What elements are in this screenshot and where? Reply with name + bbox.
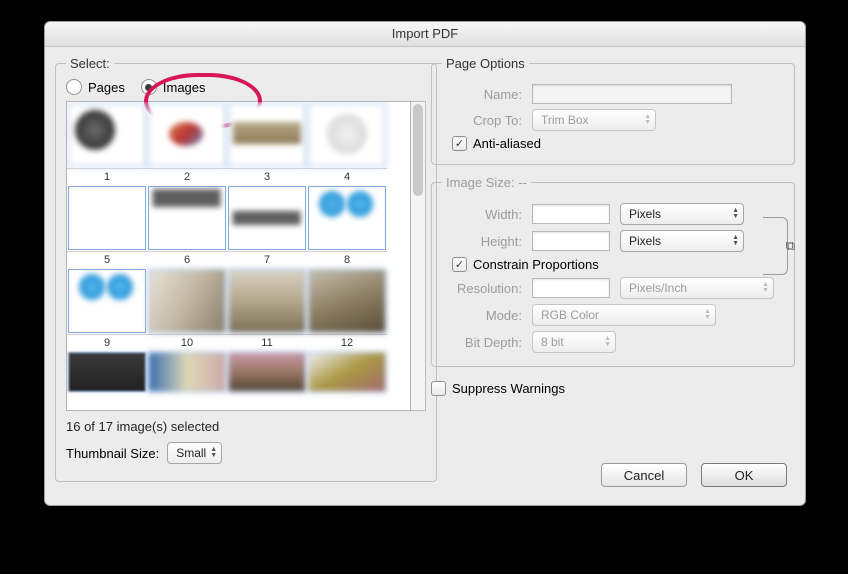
bitdepth-label: Bit Depth: (442, 335, 522, 350)
pages-radio-label: Pages (88, 80, 125, 95)
ok-button[interactable]: OK (701, 463, 787, 487)
thumb-caption: 12 (307, 334, 387, 351)
link-icon[interactable]: ⧉ (763, 217, 788, 275)
resolution-unit-select: Pixels/Inch ▲▼ (620, 277, 774, 299)
thumb-caption: 1 (67, 168, 147, 185)
thumb-caption: 6 (147, 251, 227, 268)
select-legend: Select: (66, 56, 114, 71)
select-group: Select: Pages Images 1 2 3 4 (55, 56, 437, 482)
mode-label: Mode: (442, 308, 522, 323)
image-size-legend: Image Size: -- (442, 175, 531, 190)
thumb-caption: 2 (147, 168, 227, 185)
height-unit-select[interactable]: Pixels ▲▼ (620, 230, 744, 252)
thumb-caption: 3 (227, 168, 307, 185)
thumb-caption: 8 (307, 251, 387, 268)
chevron-up-down-icon: ▲▼ (732, 208, 739, 220)
resolution-field[interactable] (532, 278, 610, 298)
thumb-caption: 7 (227, 251, 307, 268)
thumb-caption: 5 (67, 251, 147, 268)
crop-label: Crop To: (442, 113, 522, 128)
width-unit-select[interactable]: Pixels ▲▼ (620, 203, 744, 225)
thumb-caption: 4 (307, 168, 387, 185)
chevron-up-down-icon: ▲▼ (644, 114, 651, 126)
image-size-group: Image Size: -- Width: Pixels ▲▼ Height: (431, 175, 795, 367)
crop-select: Trim Box ▲▼ (532, 109, 656, 131)
suppress-checkbox[interactable]: ✓ (431, 381, 446, 396)
thumb-caption: 10 (147, 334, 227, 351)
grid-scrollbar[interactable] (411, 101, 426, 411)
page-options-legend: Page Options (442, 56, 529, 71)
thumbnail-size-select[interactable]: Small ▲▼ (167, 442, 222, 464)
page-options-group: Page Options Name: Crop To: Trim Box ▲▼ … (431, 56, 795, 165)
name-label: Name: (442, 87, 522, 102)
thumbnail-grid[interactable]: 1 2 3 4 5 6 7 8 9 10 11 (66, 101, 411, 411)
cancel-button[interactable]: Cancel (601, 463, 687, 487)
mode-select: RGB Color ▲▼ (532, 304, 716, 326)
import-pdf-dialog: Import PDF Select: Pages Images 1 2 3 (44, 21, 806, 506)
antialias-label: Anti-aliased (473, 136, 541, 151)
thumb-caption: 11 (227, 334, 307, 351)
images-radio[interactable] (141, 79, 157, 95)
selection-status: 16 of 17 image(s) selected (66, 419, 426, 434)
antialias-checkbox[interactable]: ✓ (452, 136, 467, 151)
chevron-up-down-icon: ▲▼ (762, 282, 769, 294)
suppress-label: Suppress Warnings (452, 381, 565, 396)
name-field (532, 84, 732, 104)
chevron-up-down-icon: ▲▼ (704, 309, 711, 321)
height-label: Height: (442, 234, 522, 249)
resolution-label: Resolution: (442, 281, 522, 296)
chevron-up-down-icon: ▲▼ (604, 336, 611, 348)
width-field[interactable] (532, 204, 610, 224)
height-field[interactable] (532, 231, 610, 251)
constrain-checkbox[interactable]: ✓ (452, 257, 467, 272)
thumbnail-size-label: Thumbnail Size: (66, 446, 159, 461)
pages-radio[interactable] (66, 79, 82, 95)
constrain-label: Constrain Proportions (473, 257, 599, 272)
window-title: Import PDF (45, 22, 805, 47)
images-radio-label: Images (163, 80, 206, 95)
bitdepth-select: 8 bit ▲▼ (532, 331, 616, 353)
chevron-up-down-icon: ▲▼ (210, 447, 217, 459)
thumb-caption: 9 (67, 334, 147, 351)
chevron-up-down-icon: ▲▼ (732, 235, 739, 247)
scrollbar-thumb[interactable] (413, 104, 423, 196)
width-label: Width: (442, 207, 522, 222)
